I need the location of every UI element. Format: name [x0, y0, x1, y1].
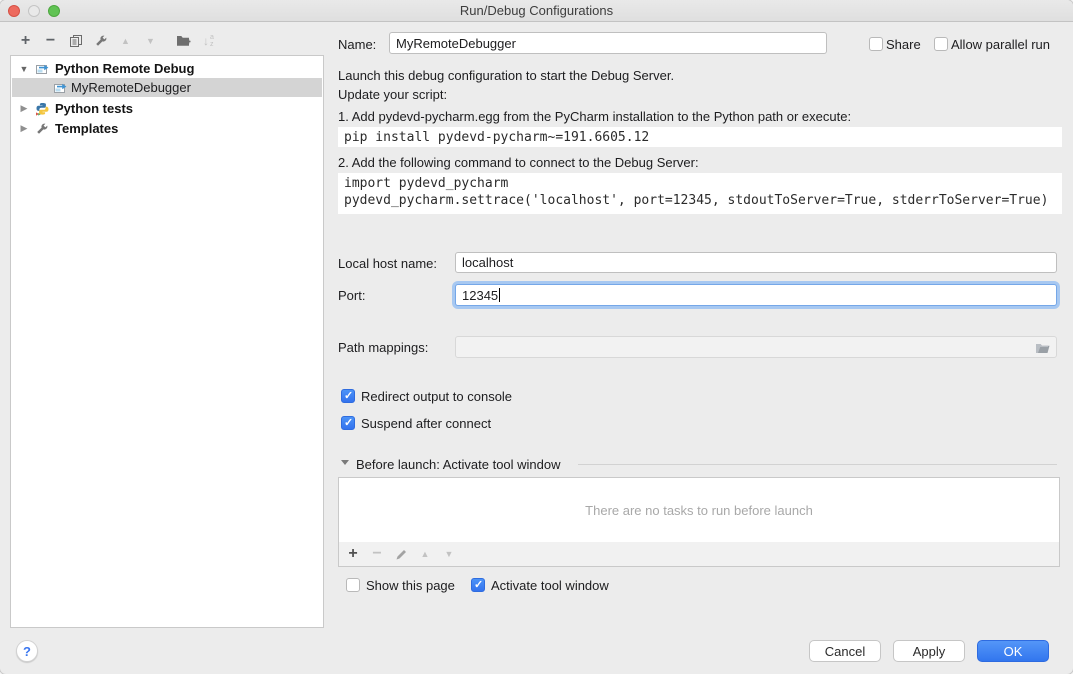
copy-configuration-icon[interactable]	[66, 31, 85, 50]
collapsed-twisty-icon[interactable]: ▶	[19, 103, 29, 114]
remove-configuration-button[interactable]: −	[41, 31, 60, 50]
collapsed-twisty-icon[interactable]: ▶	[19, 123, 29, 134]
name-input[interactable]	[389, 32, 827, 54]
help-button[interactable]: ?	[16, 640, 38, 662]
redirect-output-checkbox[interactable]	[341, 389, 355, 403]
path-mappings-input[interactable]	[455, 336, 1057, 358]
activate-tool-window-label[interactable]: Activate tool window	[491, 578, 609, 593]
move-up-button: ▲	[116, 31, 135, 50]
edit-task-pencil-icon[interactable]	[392, 545, 410, 563]
empty-tasks-text: There are no tasks to run before launch	[585, 503, 813, 518]
tree-item-label: MyRemoteDebugger	[71, 80, 191, 95]
redirect-output-label[interactable]: Redirect output to console	[361, 389, 512, 404]
remote-debug-config-icon	[35, 62, 50, 76]
new-folder-icon[interactable]	[174, 31, 193, 50]
window-title: Run/Debug Configurations	[0, 0, 1073, 22]
cancel-button[interactable]: Cancel	[809, 640, 881, 662]
share-label[interactable]: Share	[886, 37, 921, 52]
python-tests-icon	[35, 102, 50, 116]
remove-task-button[interactable]: −	[368, 545, 386, 563]
titlebar: Run/Debug Configurations	[0, 0, 1073, 22]
before-launch-task-list: There are no tasks to run before launch	[338, 477, 1060, 543]
browse-folder-icon[interactable]	[1035, 341, 1051, 357]
task-list-toolbar: + − ▲ ▼	[338, 542, 1060, 567]
text-caret	[499, 288, 500, 302]
tree-item-templates[interactable]: ▶ Templates	[12, 119, 322, 138]
show-this-page-label[interactable]: Show this page	[366, 578, 455, 593]
tree-item-label: Templates	[55, 121, 118, 136]
before-launch-header[interactable]: Before launch: Activate tool window	[356, 457, 561, 472]
ok-button[interactable]: OK	[977, 640, 1049, 662]
tree-item-python-tests[interactable]: ▶ Python tests	[12, 99, 322, 118]
settrace-code-line1: import pydevd_pycharm	[344, 176, 508, 191]
add-configuration-button[interactable]: +	[16, 31, 35, 50]
tree-item-python-remote-debug[interactable]: ▼ Python Remote Debug	[12, 59, 322, 78]
before-launch-twisty-icon[interactable]	[341, 460, 349, 465]
configurations-tree: ▼ Python Remote Debug MyRemoteDebugger ▶	[10, 55, 324, 628]
settrace-code: import pydevd_pycharm pydevd_pycharm.set…	[338, 173, 1062, 214]
tree-item-label: Python tests	[55, 101, 133, 116]
suspend-after-connect-label[interactable]: Suspend after connect	[361, 416, 491, 431]
share-checkbox[interactable]	[869, 37, 883, 51]
suspend-after-connect-checkbox[interactable]	[341, 416, 355, 430]
update-script-text: Update your script:	[338, 87, 447, 102]
allow-parallel-run-label[interactable]: Allow parallel run	[951, 37, 1050, 52]
local-host-label: Local host name:	[338, 256, 437, 271]
add-task-button[interactable]: +	[344, 545, 362, 563]
port-value: 12345	[462, 288, 498, 303]
sort-configurations-icon[interactable]: ↓ az	[199, 31, 218, 50]
port-input[interactable]: 12345	[455, 284, 1057, 306]
activate-tool-window-checkbox[interactable]	[471, 578, 485, 592]
step2-text: 2. Add the following command to connect …	[338, 155, 699, 170]
section-divider	[578, 464, 1057, 465]
templates-wrench-icon	[35, 122, 50, 136]
name-label: Name:	[338, 37, 376, 52]
path-mappings-label: Path mappings:	[338, 340, 428, 355]
run-debug-configurations-dialog: Run/Debug Configurations + − ▲ ▼ ↓ az ▼ …	[0, 0, 1073, 674]
help-question-icon: ?	[23, 644, 31, 659]
show-this-page-checkbox[interactable]	[346, 578, 360, 592]
tree-item-label: Python Remote Debug	[55, 61, 194, 76]
remote-debug-config-icon	[53, 81, 68, 95]
tree-item-myremotedebugger[interactable]: MyRemoteDebugger	[12, 78, 322, 97]
move-task-up-button: ▲	[416, 545, 434, 563]
apply-button[interactable]: Apply	[893, 640, 965, 662]
allow-parallel-run-checkbox[interactable]	[934, 37, 948, 51]
expanded-twisty-icon[interactable]: ▼	[19, 64, 29, 74]
configurations-toolbar: + − ▲ ▼ ↓ az	[16, 31, 218, 50]
intro-text: Launch this debug configuration to start…	[338, 68, 674, 83]
pip-install-code: pip install pydevd-pycharm~=191.6605.12	[338, 127, 1062, 147]
edit-templates-wrench-icon[interactable]	[91, 31, 110, 50]
settrace-code-line2: pydevd_pycharm.settrace('localhost', por…	[344, 193, 1048, 208]
move-task-down-button: ▼	[440, 545, 458, 563]
move-down-button: ▼	[141, 31, 160, 50]
local-host-input[interactable]	[455, 252, 1057, 273]
port-label: Port:	[338, 288, 365, 303]
step1-text: 1. Add pydevd-pycharm.egg from the PyCha…	[338, 109, 851, 124]
